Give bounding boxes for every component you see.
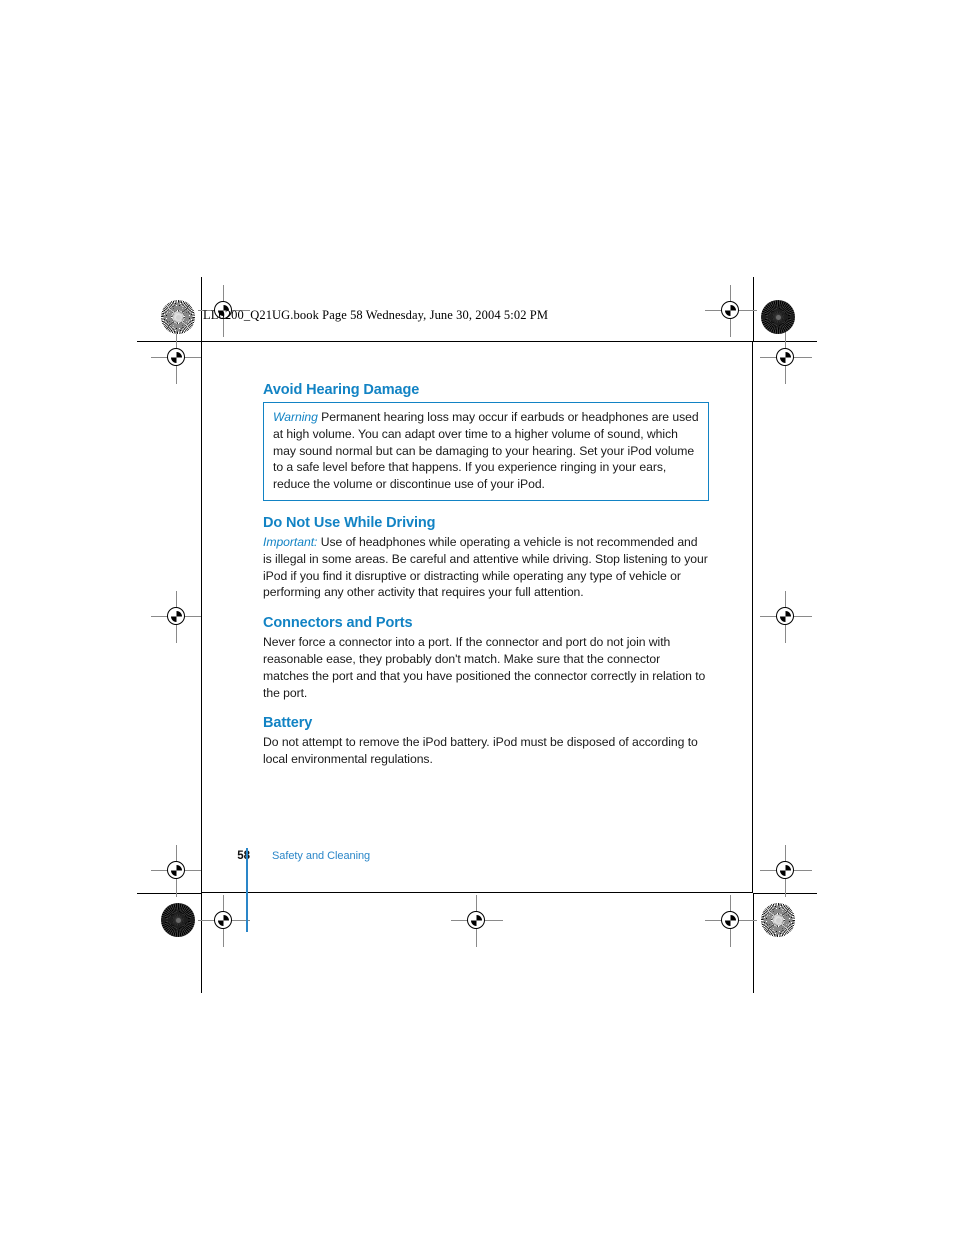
registration-mark-right-top [760,332,812,384]
crop-line-bottom-left-vertical [201,893,202,993]
section-avoid-hearing-damage: Avoid Hearing Damage Warning Permanent h… [263,381,709,501]
section-heading-avoid-hearing-damage: Avoid Hearing Damage [263,382,420,398]
footer-vertical-rule [246,848,248,932]
color-target-bottom-right-icon [761,903,795,937]
crop-line-bottom-left-horizontal [137,893,201,894]
color-target-top-left-icon [161,300,195,334]
warning-callout-paragraph: Warning Permanent hearing loss may occur… [273,409,699,493]
document-page-frame: Avoid Hearing Damage Warning Permanent h… [201,341,753,893]
section-battery: Battery Do not attempt to remove the iPo… [263,714,709,768]
color-target-top-right-icon [761,300,795,334]
warning-label: Warning [273,410,318,424]
registration-mark-left-middle [151,591,203,643]
section-heading-connectors-and-ports: Connectors and Ports [263,615,413,632]
registration-mark-right-middle [760,591,812,643]
section-paragraph-battery: Do not attempt to remove the iPod batter… [263,735,698,767]
warning-text: Permanent hearing loss may occur if earb… [273,410,699,492]
section-do-not-use-while-driving: Do Not Use While Driving Important: Use … [263,514,709,601]
proof-header-stamp: LL0200_Q21UG.book Page 58 Wednesday, Jun… [203,308,549,322]
registration-mark-bottom-right [705,895,757,947]
printer-proof-sheet: LL0200_Q21UG.book Page 58 Wednesday, Jun… [0,0,954,1235]
footer-chapter-title: Safety and Cleaning [272,850,371,862]
registration-mark-left-bottom [151,845,203,897]
registration-mark-left-top [151,332,203,384]
page-content-area: Avoid Hearing Damage Warning Permanent h… [263,381,709,768]
registration-mark-top-right [705,285,757,337]
crop-line-top-left-vertical [201,277,202,341]
important-label: Important: [263,534,318,549]
color-target-bottom-left-icon [161,903,195,937]
registration-mark-bottom-center [451,895,503,947]
section-paragraph-do-not-use-while-driving: Important: Use of headphones while opera… [263,534,709,601]
registration-mark-bottom-left [198,895,250,947]
crop-line-bottom-right-vertical [753,893,754,993]
section-paragraph-connectors-and-ports: Never force a connector into a port. If … [263,635,706,700]
page-footer: 58 Safety and Cleaning [230,850,370,862]
registration-mark-right-bottom [760,845,812,897]
crop-line-top-right-vertical [753,277,754,341]
warning-callout-box: Warning Permanent hearing loss may occur… [263,402,709,501]
section-heading-battery: Battery [263,715,313,732]
section-connectors-and-ports: Connectors and Ports Never force a conne… [263,614,709,701]
important-text: Use of headphones while operating a vehi… [263,534,708,600]
section-heading-do-not-use-while-driving: Do Not Use While Driving [263,514,436,531]
